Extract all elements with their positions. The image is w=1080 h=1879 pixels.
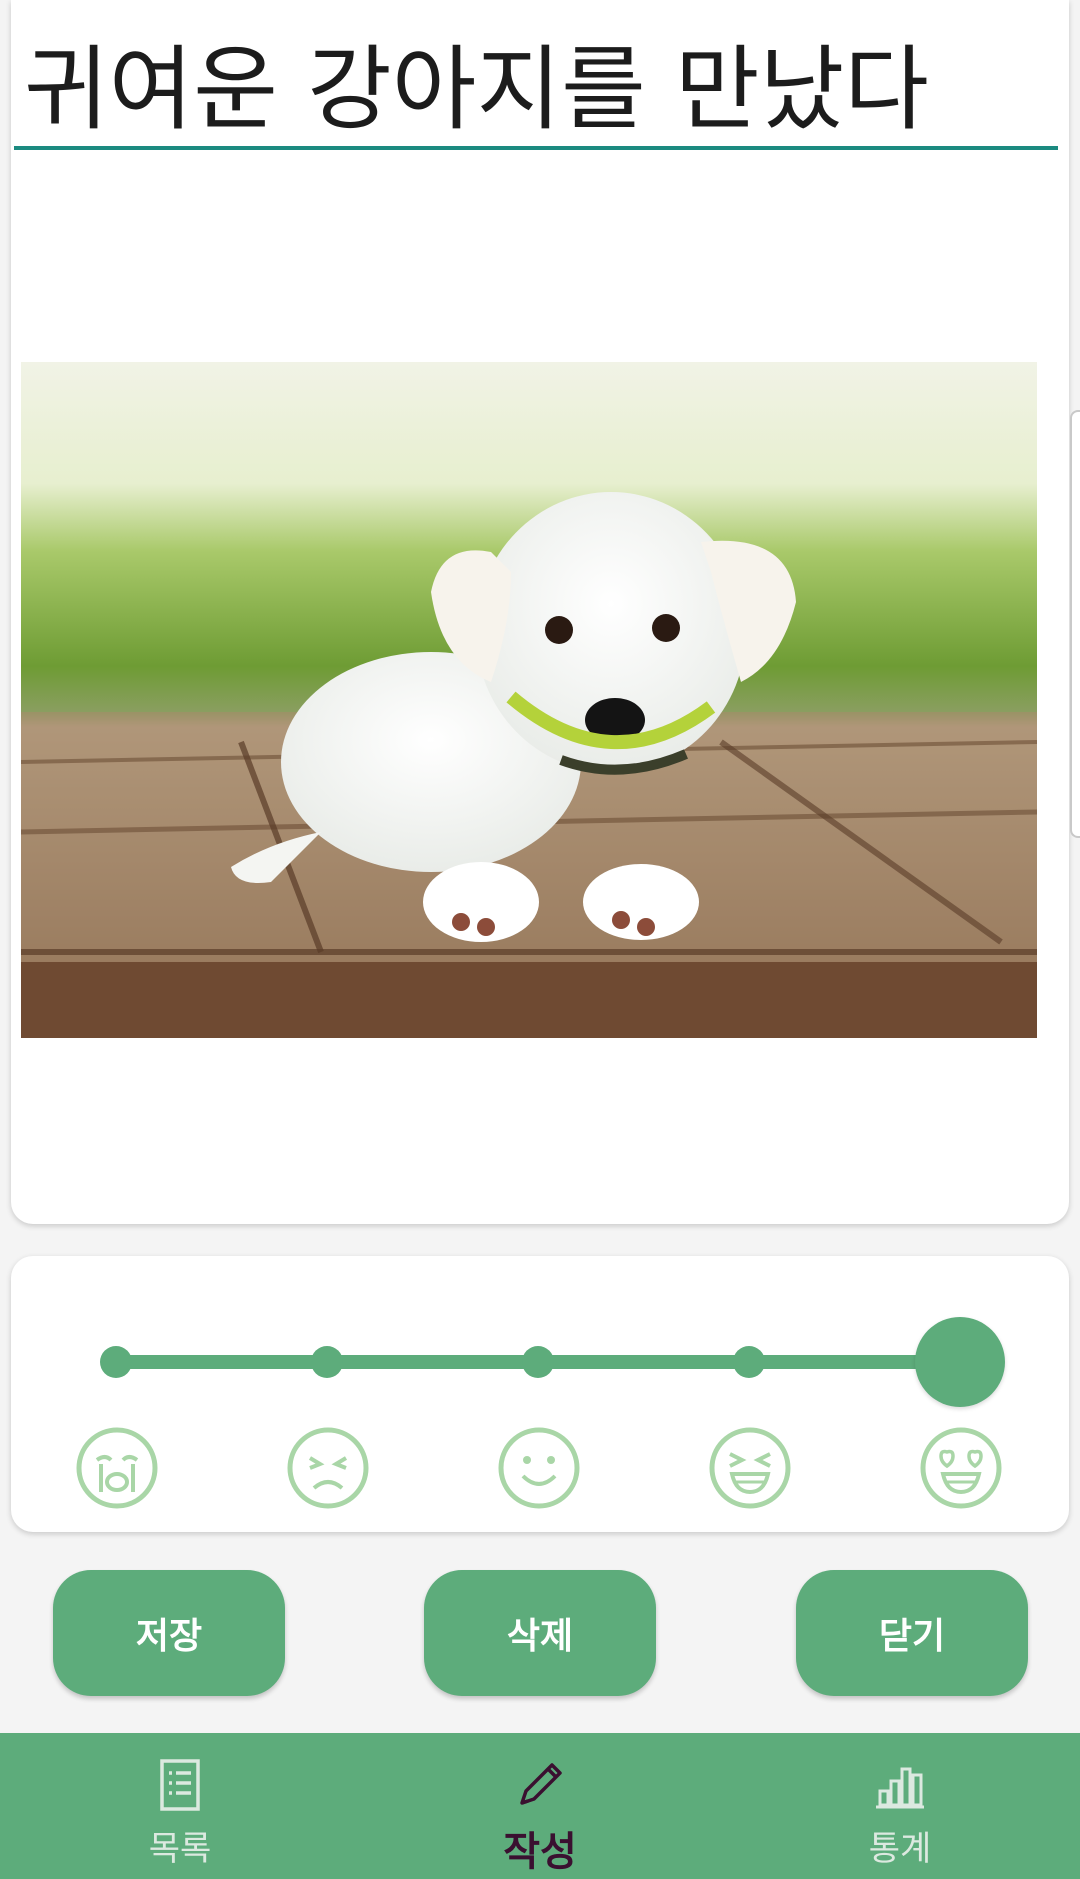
list-icon <box>160 1759 200 1811</box>
scrollbar[interactable] <box>1070 410 1080 838</box>
delete-button[interactable]: 삭제 <box>424 1570 656 1696</box>
nav-item-write[interactable]: 작성 <box>440 1733 640 1879</box>
mood-slider-thumb[interactable] <box>915 1317 1005 1407</box>
bar-chart-icon <box>876 1767 924 1809</box>
crying-face-icon[interactable] <box>75 1426 159 1510</box>
bottom-nav: 목록 작성 통계 <box>0 1733 1080 1879</box>
nav-label: 작성 <box>503 1829 577 1875</box>
nav-label: 통계 <box>868 1829 932 1869</box>
close-button[interactable]: 닫기 <box>796 1570 1028 1696</box>
save-button[interactable]: 저장 <box>53 1570 285 1696</box>
nav-item-list[interactable]: 목록 <box>80 1733 280 1879</box>
pencil-icon <box>520 1763 562 1805</box>
mood-slider-stop[interactable] <box>100 1346 132 1378</box>
mood-slider-stop[interactable] <box>311 1346 343 1378</box>
laughing-face-icon[interactable] <box>708 1426 792 1510</box>
nav-label: 목록 <box>148 1829 212 1869</box>
heart-eyes-face-icon[interactable] <box>919 1426 1003 1510</box>
mood-slider-stop[interactable] <box>733 1346 765 1378</box>
sad-face-icon[interactable] <box>286 1426 370 1510</box>
entry-photo[interactable] <box>21 362 1037 1038</box>
entry-title-input[interactable]: 귀여운 강아지를 만났다 <box>14 30 1058 150</box>
nav-item-stats[interactable]: 통계 <box>800 1733 1000 1879</box>
mood-slider-stop[interactable] <box>522 1346 554 1378</box>
smile-face-icon[interactable] <box>497 1426 581 1510</box>
